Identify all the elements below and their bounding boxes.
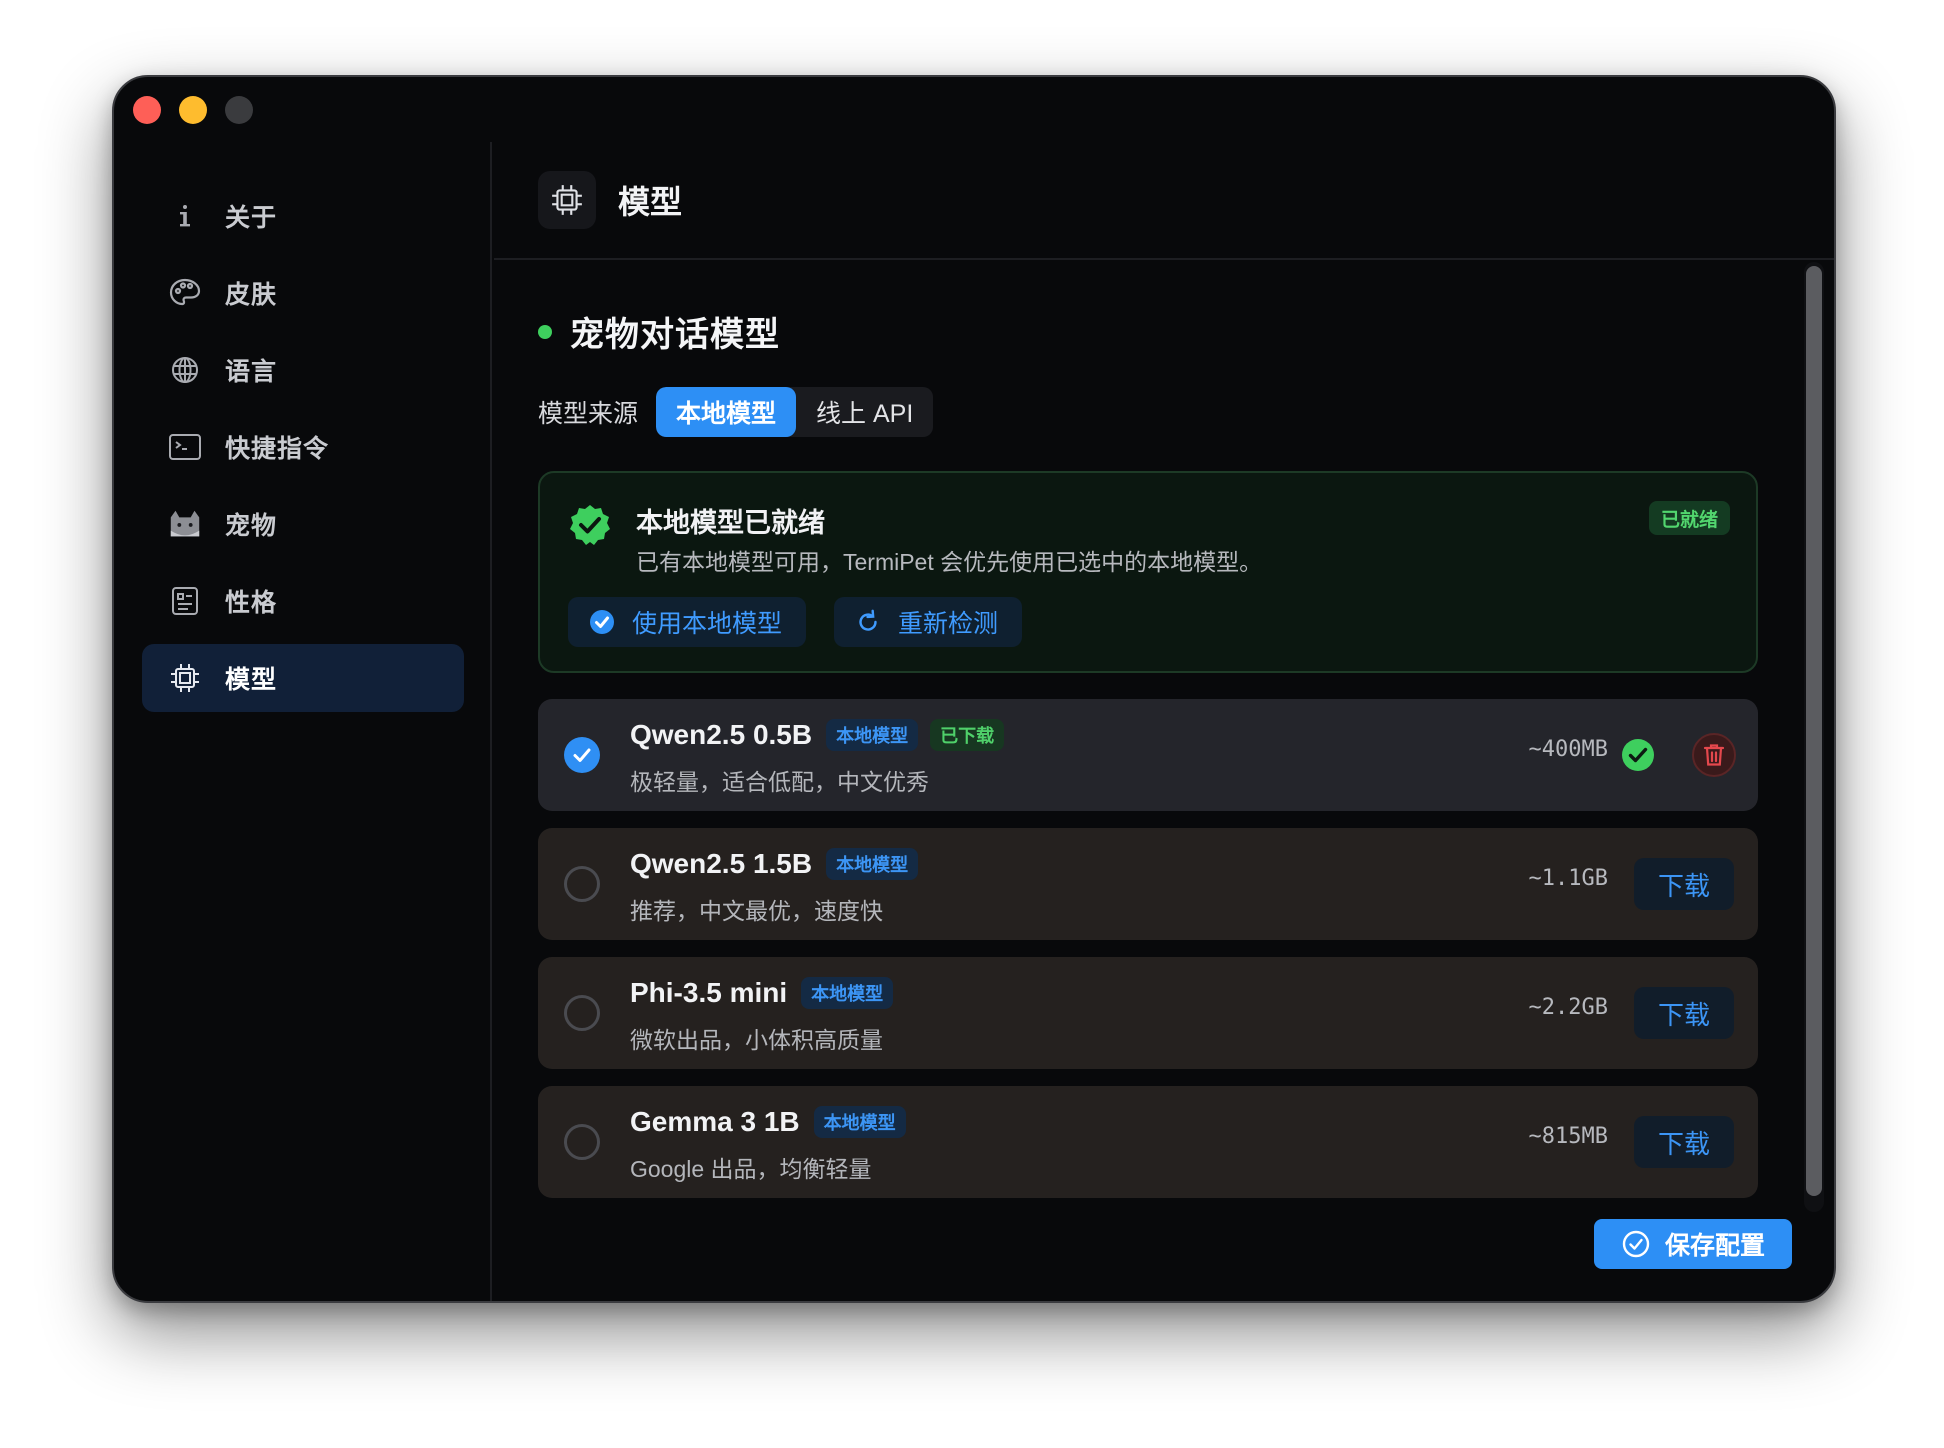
local-model-tag: 本地模型 [826, 719, 919, 751]
refresh-icon [854, 608, 882, 636]
model-row-gemma-3-1b[interactable]: Gemma 3 1B 本地模型 Google 出品，均衡轻量 ~815MB 下载 [538, 1086, 1758, 1198]
app-window: 关于 皮肤 语言 快捷指令 宠物 性格 模型 模型 宠物对话模型 模型来源 本地… [112, 75, 1836, 1303]
model-name: Phi-3.5 mini [630, 977, 788, 1008]
sidebar: 关于 皮肤 语言 快捷指令 宠物 性格 模型 [114, 142, 492, 1301]
model-name-row: Qwen2.5 1.5B 本地模型 [630, 848, 930, 880]
sidebar-item-about[interactable]: 关于 [142, 182, 464, 250]
model-radio[interactable] [564, 995, 600, 1031]
section-title: 宠物对话模型 [570, 316, 780, 354]
sidebar-item-label: 性格 [225, 589, 278, 617]
close-window-button[interactable] [133, 96, 161, 124]
model-name-row: Gemma 3 1B 本地模型 [630, 1106, 918, 1138]
verified-badge-icon [570, 505, 610, 545]
ready-status-badge: 已就绪 [1648, 501, 1730, 535]
model-radio[interactable] [564, 866, 600, 902]
globe-icon [167, 352, 203, 388]
downloaded-tag: 已下载 [930, 719, 1005, 751]
delete-model-button[interactable] [1692, 733, 1736, 777]
download-button[interactable]: 下载 [1634, 858, 1734, 910]
local-model-tag: 本地模型 [826, 848, 919, 880]
chip-icon [167, 660, 203, 696]
traffic-lights [133, 96, 253, 124]
source-option-online-api[interactable]: 线上 API [796, 387, 933, 437]
model-size: ~400MB [1528, 737, 1608, 762]
model-name-row: Phi-3.5 mini 本地模型 [630, 977, 905, 1009]
status-dot [538, 324, 552, 339]
section-header: 宠物对话模型 [538, 307, 780, 356]
model-name: Gemma 3 1B [630, 1106, 800, 1137]
scrollbar-thumb[interactable] [1806, 266, 1822, 1196]
scrollbar[interactable] [1804, 262, 1824, 1212]
ready-card-description: 已有本地模型可用，TermiPet 会优先使用已选中的本地模型。 [636, 549, 1263, 575]
model-size: ~2.2GB [1528, 995, 1608, 1020]
model-row-qwen-1-5b[interactable]: Qwen2.5 1.5B 本地模型 推荐，中文最优，速度快 ~1.1GB 下载 [538, 828, 1758, 940]
model-description: 推荐，中文最优，速度快 [630, 898, 883, 924]
model-name-row: Qwen2.5 0.5B 本地模型 已下载 [630, 719, 1016, 751]
model-description: 极轻量，适合低配，中文优秀 [630, 769, 929, 795]
model-radio-selected[interactable] [564, 737, 600, 773]
model-source-row: 模型来源 本地模型 线上 API [538, 387, 934, 437]
use-local-model-label: 使用本地模型 [632, 610, 783, 638]
trash-icon [1703, 744, 1725, 766]
sidebar-item-model[interactable]: 模型 [142, 644, 464, 712]
sidebar-item-label: 语言 [225, 358, 278, 386]
model-description: 微软出品，小体积高质量 [630, 1027, 883, 1053]
chip-icon [538, 171, 596, 229]
checkmark-icon [573, 748, 591, 762]
use-local-model-button[interactable]: 使用本地模型 [568, 597, 807, 647]
recheck-label: 重新检测 [898, 610, 999, 638]
local-model-ready-card: 本地模型已就绪 已有本地模型可用，TermiPet 会优先使用已选中的本地模型。… [538, 471, 1758, 673]
sidebar-nav: 关于 皮肤 语言 快捷指令 宠物 性格 模型 [114, 142, 490, 712]
model-name: Qwen2.5 1.5B [630, 848, 813, 879]
save-config-button[interactable]: 保存配置 [1594, 1219, 1792, 1269]
save-config-label: 保存配置 [1664, 1232, 1765, 1260]
local-model-tag: 本地模型 [801, 977, 894, 1009]
sidebar-item-pet[interactable]: 宠物 [142, 490, 464, 558]
ready-card-title: 本地模型已就绪 [636, 508, 825, 538]
page-title: 模型 [618, 184, 683, 220]
sidebar-item-label: 宠物 [225, 512, 278, 540]
sidebar-item-language[interactable]: 语言 [142, 336, 464, 404]
sidebar-item-skin[interactable]: 皮肤 [142, 259, 464, 327]
page-header: 模型 [494, 142, 1834, 260]
model-size: ~1.1GB [1528, 866, 1608, 891]
model-source-label: 模型来源 [538, 400, 639, 428]
check-circle-icon [588, 608, 616, 636]
main-panel: 模型 宠物对话模型 模型来源 本地模型 线上 API 本地模型已就绪 已有本地模… [494, 77, 1834, 1301]
model-row-phi-3-5-mini[interactable]: Phi-3.5 mini 本地模型 微软出品，小体积高质量 ~2.2GB 下载 [538, 957, 1758, 1069]
download-button[interactable]: 下载 [1634, 1116, 1734, 1168]
recheck-button[interactable]: 重新检测 [834, 597, 1023, 647]
model-row-qwen-0-5b[interactable]: Qwen2.5 0.5B 本地模型 已下载 极轻量，适合低配，中文优秀 ~400… [538, 699, 1758, 811]
local-model-tag: 本地模型 [813, 1106, 906, 1138]
model-list: Qwen2.5 0.5B 本地模型 已下载 极轻量，适合低配，中文优秀 ~400… [538, 699, 1758, 1215]
sidebar-item-label: 皮肤 [225, 281, 278, 309]
sidebar-item-label: 关于 [225, 204, 278, 232]
sidebar-item-personality[interactable]: 性格 [142, 567, 464, 635]
profile-card-icon [167, 583, 203, 619]
cat-icon [167, 506, 203, 542]
model-source-segmented-control: 本地模型 线上 API [656, 387, 934, 437]
model-radio[interactable] [564, 1124, 600, 1160]
refresh-button[interactable] [1834, 312, 1836, 352]
downloaded-check-icon [1622, 739, 1654, 771]
model-size: ~815MB [1528, 1124, 1608, 1149]
zoom-window-button[interactable] [225, 96, 253, 124]
sidebar-item-shortcuts[interactable]: 快捷指令 [142, 413, 464, 481]
terminal-icon [167, 429, 203, 465]
model-description: Google 出品，均衡轻量 [630, 1156, 872, 1182]
sidebar-item-label: 快捷指令 [225, 435, 330, 463]
palette-icon [167, 275, 203, 311]
download-button[interactable]: 下载 [1634, 987, 1734, 1039]
source-option-local[interactable]: 本地模型 [656, 387, 797, 437]
sidebar-item-label: 模型 [225, 666, 278, 694]
minimize-window-button[interactable] [179, 96, 207, 124]
model-name: Qwen2.5 0.5B [630, 719, 813, 750]
info-icon [167, 198, 203, 234]
check-circle-outline-icon [1621, 1229, 1651, 1259]
